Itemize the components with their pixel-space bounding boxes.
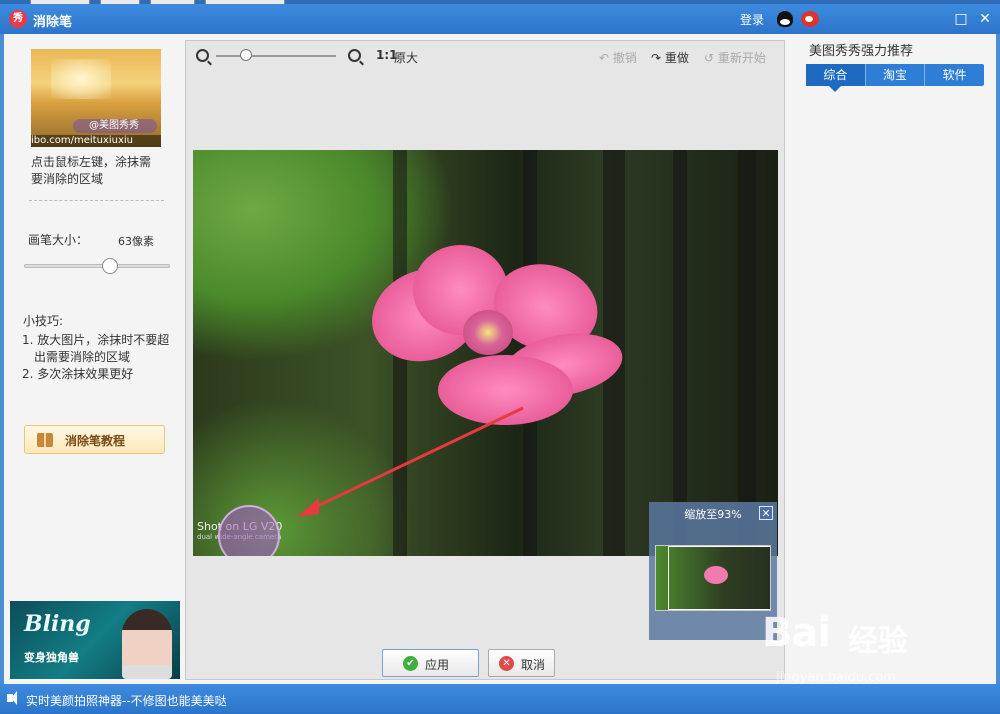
- restart-button[interactable]: ↺ 重新开始: [704, 49, 766, 66]
- cancel-icon: ✕: [499, 656, 514, 671]
- status-bar: 实时美颜拍照神器--不修图也能美美哒: [0, 684, 1000, 714]
- editor-toolbar: 1:1 原大 ↶ 撤销 ↷ 重做 ↺ 重新开始: [186, 41, 784, 71]
- brush-size-value: 63像素: [118, 235, 154, 248]
- brush-size-label: 画笔大小：: [28, 233, 89, 247]
- right-panel: 美图秀秀强力推荐 综合 淘宝 软件: [804, 34, 994, 684]
- cancel-button[interactable]: ✕ 取消: [488, 649, 555, 677]
- divider: [29, 200, 164, 201]
- navigator-preview[interactable]: [655, 545, 771, 611]
- maximize-button[interactable]: □: [952, 10, 970, 28]
- book-icon: [37, 433, 53, 447]
- restart-label: 重新开始: [717, 51, 766, 65]
- navigator-panel: 缩放至93% ✕: [649, 502, 777, 640]
- ad-title: Bling: [24, 611, 91, 637]
- qq-icon[interactable]: [777, 11, 793, 27]
- login-link[interactable]: 登录: [740, 11, 764, 28]
- tutorial-button[interactable]: 消除笔教程: [24, 425, 165, 454]
- slider-handle[interactable]: [101, 258, 118, 274]
- left-panel: @美图秀秀 ibo.com/meituxiuxiu 点击鼠标左键，涂抹需要消除的…: [4, 34, 184, 684]
- zoom-in-icon[interactable]: [348, 49, 361, 62]
- close-button[interactable]: ✕: [976, 10, 994, 28]
- zoom-slider-handle[interactable]: [240, 49, 252, 61]
- baidu-watermark-url: jingyan.baidu.com: [776, 670, 896, 685]
- cancel-label: 取消: [521, 658, 546, 672]
- check-icon: ✔: [403, 656, 418, 671]
- tip-item: 1. 放大图片，涂抹时不要超出需要消除的区域: [22, 333, 170, 364]
- tab-taobao[interactable]: 淘宝: [866, 64, 925, 86]
- eraser-window: @美图秀秀 ibo.com/meituxiuxiu 点击鼠标左键，涂抹需要消除的…: [4, 34, 996, 684]
- tab-general[interactable]: 综合: [806, 64, 865, 92]
- redo-button[interactable]: ↷ 重做: [651, 49, 689, 66]
- usage-hint: 点击鼠标左键，涂抹需要消除的区域: [31, 155, 152, 186]
- baidu-watermark-cn: 经验: [848, 624, 908, 659]
- ad-portrait: [122, 609, 172, 679]
- recommend-tabs: 综合 淘宝 软件: [806, 64, 984, 92]
- zoom-caption: 缩放至93%: [684, 508, 742, 521]
- undo-button[interactable]: ↶ 撤销: [599, 49, 637, 66]
- thumbnail-url: ibo.com/meituxiuxiu: [31, 135, 161, 147]
- apply-button[interactable]: ✔ 应用: [382, 649, 479, 677]
- status-message[interactable]: 实时美颜拍照神器--不修图也能美美哒: [26, 692, 227, 709]
- undo-label: 撤销: [612, 51, 637, 65]
- apply-label: 应用: [425, 658, 450, 672]
- recommend-title: 美图秀秀强力推荐: [809, 44, 914, 59]
- tips-list: 1. 放大图片，涂抹时不要超出需要消除的区域 2. 多次涂抹效果更好: [22, 332, 172, 383]
- tutorial-label: 消除笔教程: [65, 434, 126, 448]
- tab-software[interactable]: 软件: [925, 64, 984, 86]
- app-logo-icon: 秀: [9, 10, 27, 28]
- title-bar: 秀 消除笔 登录 □ ✕: [0, 4, 1000, 34]
- weibo-icon[interactable]: [801, 11, 819, 27]
- ad-banner[interactable]: Bling 变身独角兽: [10, 601, 180, 679]
- baidu-watermark: Bai: [762, 610, 831, 656]
- photo-canvas[interactable]: Shot on LG V20 dual wide-angle camera: [193, 150, 778, 556]
- zoom-out-icon[interactable]: [196, 49, 209, 62]
- editor-area: 1:1 原大 ↶ 撤销 ↷ 重做 ↺ 重新开始 Shot on LG V20 d…: [185, 40, 785, 680]
- window-title: 消除笔: [33, 15, 73, 30]
- redo-label: 重做: [664, 51, 689, 65]
- navigator-close-icon[interactable]: ✕: [759, 506, 773, 520]
- zoom-slider[interactable]: [216, 49, 336, 61]
- example-thumbnail: @美图秀秀 ibo.com/meituxiuxiu: [31, 49, 161, 147]
- brush-size-slider[interactable]: [24, 258, 170, 274]
- thumbnail-watermark: @美图秀秀: [73, 119, 157, 133]
- tips-title: 小技巧:: [23, 314, 64, 328]
- red-arrow: [297, 406, 524, 517]
- ad-subtitle: 变身独角兽: [24, 651, 79, 664]
- original-size-button[interactable]: 原大: [394, 49, 418, 66]
- speaker-icon: [7, 691, 17, 705]
- tip-item: 2. 多次涂抹效果更好: [22, 367, 134, 381]
